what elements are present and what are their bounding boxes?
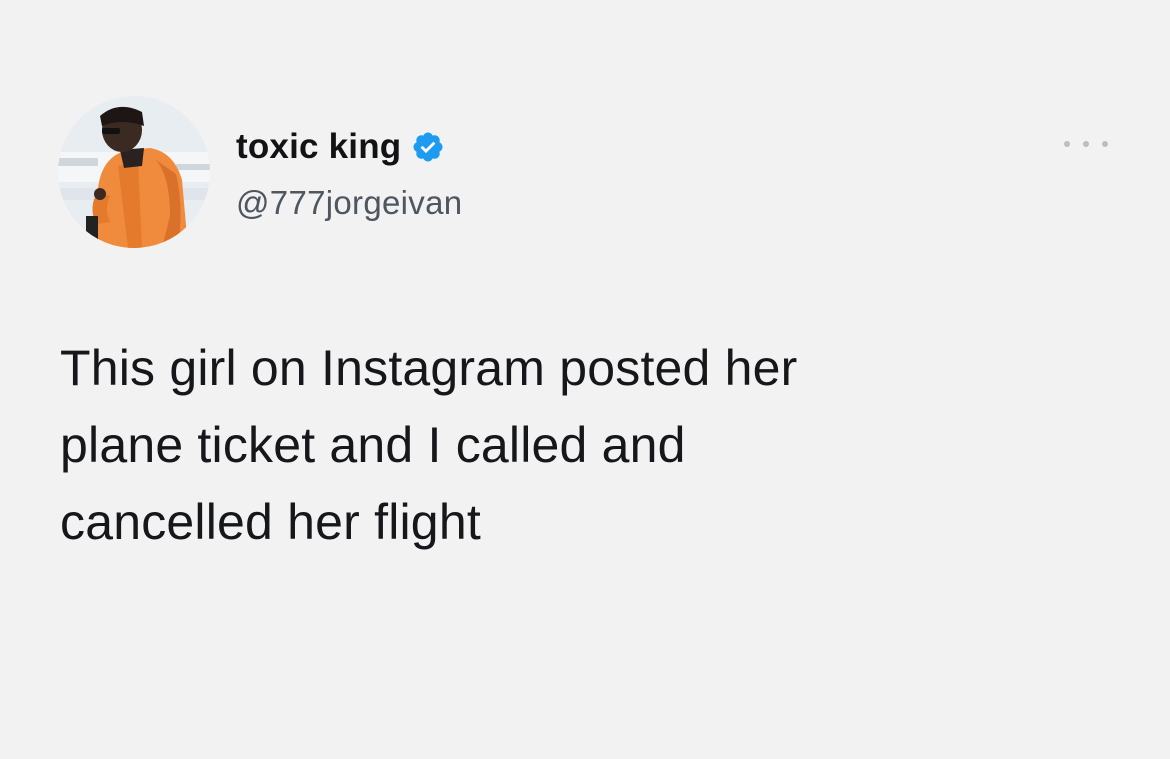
more-options-icon[interactable]	[1064, 134, 1108, 154]
tweet-text-line: cancelled her flight	[60, 494, 481, 550]
tweet-text: This girl on Instagram posted her plane …	[60, 330, 1080, 561]
more-dot	[1102, 141, 1108, 147]
tweet-text-line: plane ticket and I called and	[60, 417, 686, 473]
user-handle[interactable]: @777jorgeivan	[236, 184, 462, 222]
tweet-card: toxic king @777jorgeivan This girl on In…	[0, 0, 1170, 759]
avatar-photo-icon	[58, 96, 210, 248]
more-dot	[1083, 141, 1089, 147]
tweet-text-line: This girl on Instagram posted her	[60, 340, 798, 396]
verified-badge-icon	[411, 130, 445, 164]
more-dot	[1064, 141, 1070, 147]
display-name[interactable]: toxic king	[236, 127, 401, 167]
tweet-header: toxic king @777jorgeivan	[236, 124, 462, 222]
name-row: toxic king	[236, 124, 462, 170]
avatar[interactable]	[58, 96, 210, 248]
